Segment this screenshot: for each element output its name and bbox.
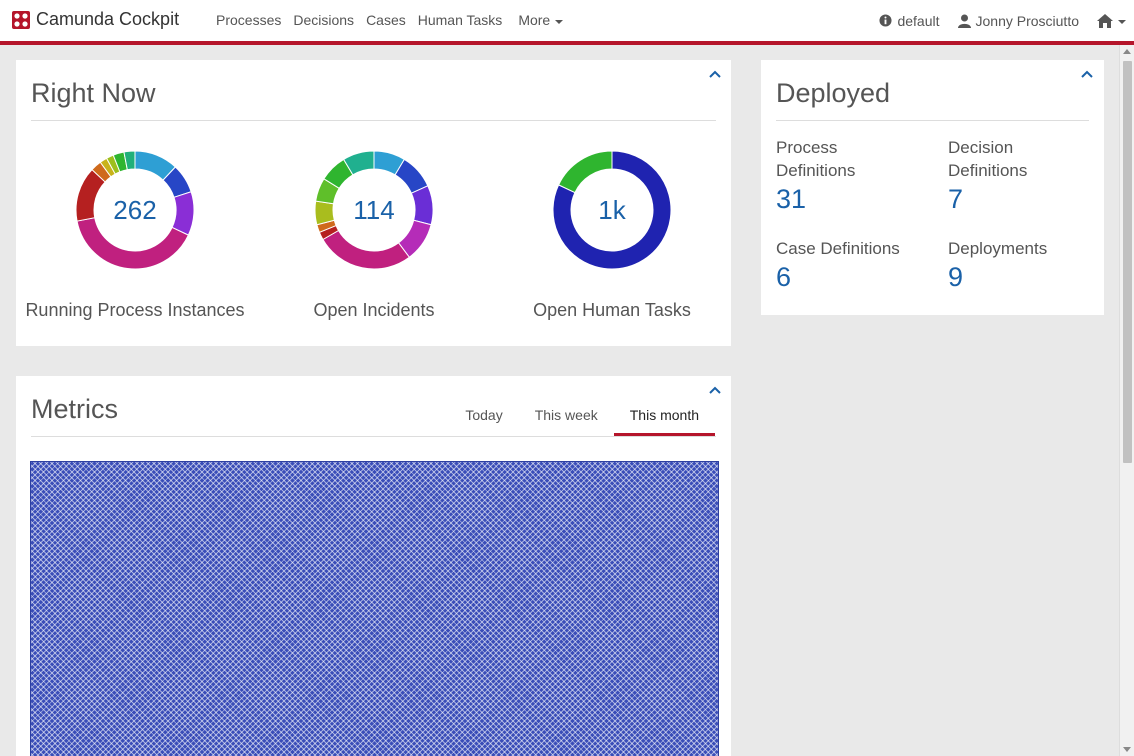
- brand-link[interactable]: Camunda Cockpit: [12, 9, 179, 30]
- metrics-title: Metrics: [31, 394, 118, 424]
- page-scrollbar[interactable]: [1119, 45, 1134, 756]
- chevron-down-icon: [555, 19, 564, 24]
- open-incidents-donut[interactable]: 114: [314, 150, 434, 270]
- nav-right: default Jonny Prosciutto: [879, 0, 1126, 41]
- tab-this-month[interactable]: This month: [613, 406, 715, 436]
- running-instances-label[interactable]: Running Process Instances: [25, 300, 245, 321]
- process-definitions-label: Process Definitions: [776, 138, 856, 180]
- camunda-logo-icon: [12, 10, 30, 29]
- scroll-thumb[interactable]: [1123, 61, 1132, 463]
- nav-human-tasks[interactable]: Human Tasks: [412, 0, 509, 41]
- case-definitions-count[interactable]: 6: [776, 262, 791, 293]
- divider: [776, 120, 1089, 121]
- chevron-up-icon[interactable]: [708, 69, 722, 79]
- tab-today[interactable]: Today: [449, 406, 518, 436]
- engine-name: default: [897, 12, 940, 29]
- case-definitions-label: Case Definitions: [776, 239, 900, 258]
- decision-definitions-count[interactable]: 7: [948, 184, 963, 215]
- divider: [31, 120, 716, 121]
- open-human-tasks-label[interactable]: Open Human Tasks: [502, 300, 722, 321]
- tab-this-week[interactable]: This week: [519, 406, 614, 436]
- app-title: Camunda Cockpit: [36, 9, 180, 29]
- nav-cases[interactable]: Cases: [360, 0, 412, 41]
- deployments-label: Deployments: [948, 239, 1048, 258]
- chevron-down-icon: [1118, 19, 1126, 24]
- user-name: Jonny Prosciutto: [975, 12, 1080, 29]
- right-now-panel: Right Now 262 Running Process Instances …: [16, 60, 731, 346]
- user-icon: [957, 14, 971, 28]
- chevron-up-icon[interactable]: [1080, 69, 1094, 79]
- open-human-tasks-count[interactable]: 1k: [552, 150, 672, 270]
- chevron-up-icon[interactable]: [708, 385, 722, 395]
- home-menu[interactable]: [1097, 13, 1126, 28]
- engine-selector[interactable]: default: [879, 12, 940, 29]
- deployed-title: Deployed: [776, 78, 891, 108]
- decision-definitions-label: Decision Definitions: [948, 138, 1028, 180]
- nav-decisions[interactable]: Decisions: [287, 0, 360, 41]
- open-incidents-label[interactable]: Open Incidents: [264, 300, 484, 321]
- user-menu[interactable]: Jonny Prosciutto: [957, 12, 1080, 29]
- nav-more-dropdown[interactable]: More: [512, 0, 569, 41]
- metrics-tabs: Today This week This month: [449, 406, 715, 436]
- main-nav: Processes Decisions Cases Human Tasks Mo…: [210, 0, 569, 41]
- deployed-panel: Deployed Process Definitions 31 Decision…: [761, 60, 1104, 315]
- metrics-panel: Metrics Today This week This month: [16, 376, 731, 756]
- scroll-down-arrow-icon[interactable]: [1123, 747, 1131, 752]
- nav-processes[interactable]: Processes: [210, 0, 287, 41]
- metrics-chart[interactable]: [30, 461, 719, 756]
- info-circle-icon: [879, 14, 892, 27]
- divider: [31, 436, 716, 437]
- home-icon: [1097, 13, 1113, 28]
- running-instances-donut[interactable]: 262: [75, 150, 195, 270]
- process-definitions-count[interactable]: 31: [776, 184, 806, 215]
- open-human-tasks-donut[interactable]: 1k: [552, 150, 672, 270]
- scroll-up-arrow-icon[interactable]: [1123, 49, 1131, 54]
- nav-more-label: More: [518, 12, 551, 28]
- open-incidents-count[interactable]: 114: [314, 150, 434, 270]
- deployments-count[interactable]: 9: [948, 262, 963, 293]
- top-navbar: Camunda Cockpit Processes Decisions Case…: [0, 0, 1134, 45]
- right-now-title: Right Now: [31, 78, 156, 108]
- running-instances-count[interactable]: 262: [75, 150, 195, 270]
